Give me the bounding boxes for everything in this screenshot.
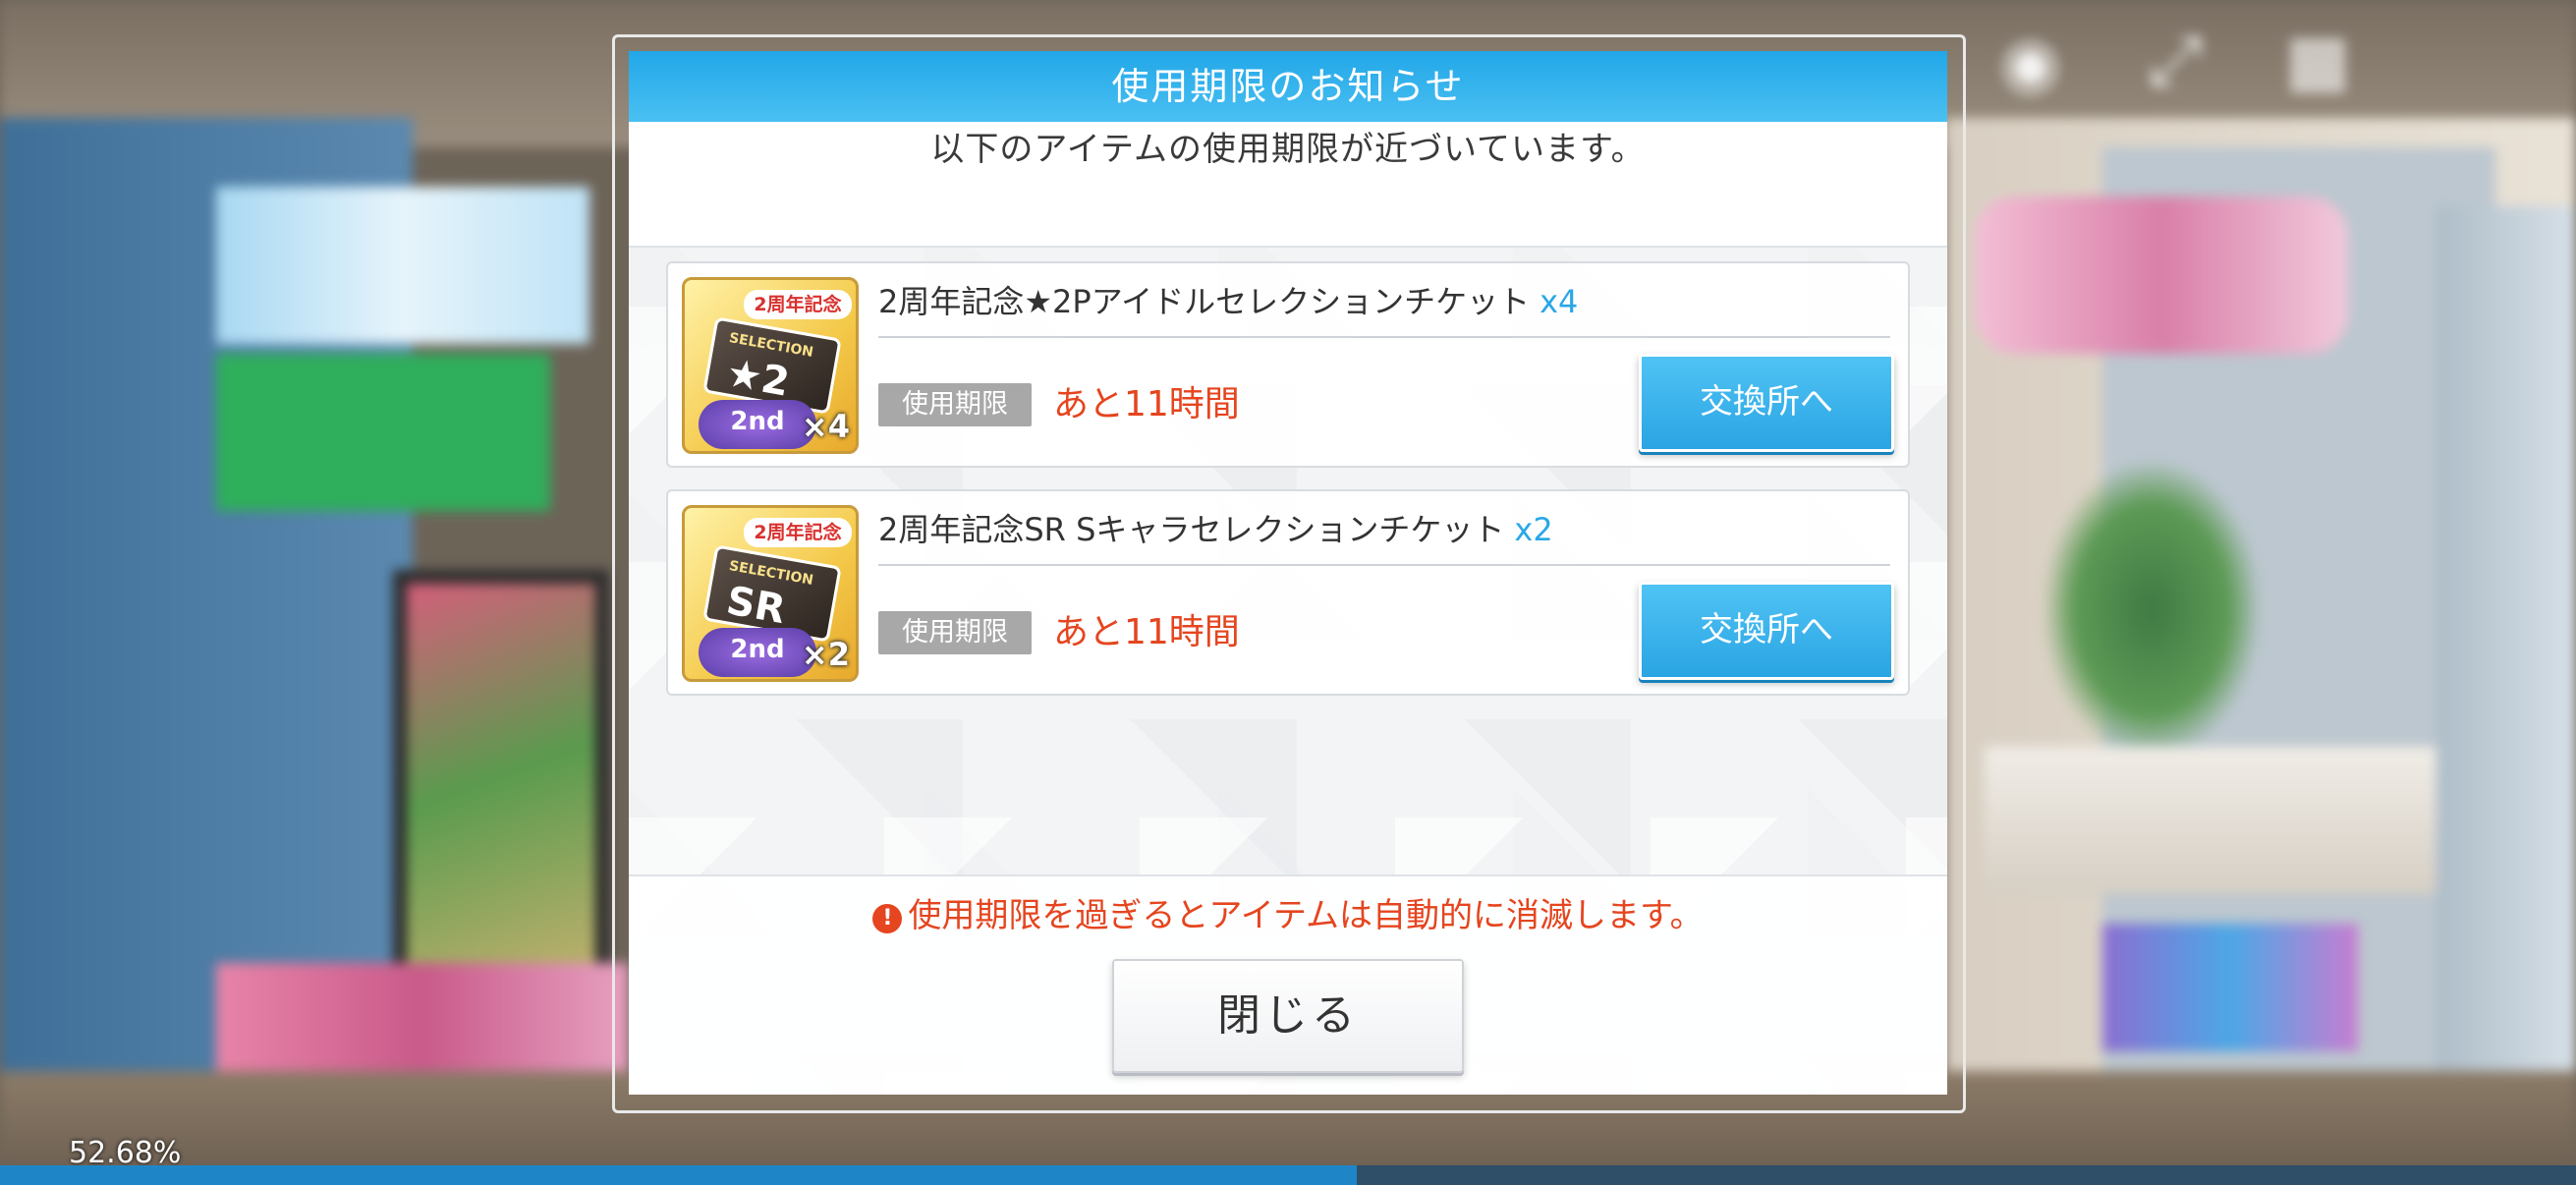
item-list: 2周年記念 SELECTION ★2 2nd ×4 2周年記念★2Pアイドルセレ… <box>629 177 1947 924</box>
ticket-quantity: ×4 <box>801 408 850 445</box>
ticket-card-rank: SR <box>723 578 789 634</box>
item-name: 2周年記念SR Sキャラセレクションチケット x2 <box>878 505 1553 554</box>
ticket-ribbon: 2周年記念 <box>744 518 852 547</box>
fullscreen-icon[interactable]: ⤢ <box>2148 26 2203 94</box>
expiry-label: 使用期限 <box>878 611 1032 654</box>
camera-icon[interactable]: ◉ <box>2000 28 2060 96</box>
ticket-icon: 2周年記念 SELECTION SR 2nd ×2 <box>682 505 859 682</box>
ticket-card-rank: ★2 <box>723 350 793 406</box>
list-item: 2周年記念 SELECTION SR 2nd ×2 2周年記念SR Sキャラセレ… <box>666 489 1910 696</box>
loading-bar <box>0 1165 2576 1185</box>
anniversary-badge: 2nd <box>699 628 816 677</box>
close-button[interactable]: 閉じる <box>1112 959 1464 1073</box>
loading-bar-fill <box>0 1165 1358 1185</box>
grid-menu-icon[interactable]: ▦ <box>2285 26 2350 94</box>
exchange-button[interactable]: 交換所へ <box>1639 582 1894 680</box>
dialog-footer: ! 使用期限を過ぎるとアイテムは自動的に消滅します。 閉じる <box>629 875 1947 1095</box>
ticket-quantity: ×2 <box>801 636 850 673</box>
exchange-button[interactable]: 交換所へ <box>1639 354 1894 452</box>
dialog-subtitle: 以下のアイテムの使用期限が近づいています。 <box>930 130 1646 169</box>
item-name-text: 2周年記念SR Sキャラセレクションチケット <box>878 511 1505 548</box>
warning-message: ! 使用期限を過ぎるとアイテムは自動的に消滅します。 <box>629 886 1947 945</box>
divider <box>878 564 1890 566</box>
expiry-notice-dialog: 使用期限のお知らせ 以下のアイテムの使用期限が近づいています。 2周年記念 SE… <box>629 51 1947 1095</box>
divider <box>878 336 1890 338</box>
alert-icon: ! <box>872 904 903 933</box>
item-quantity: x2 <box>1514 511 1553 548</box>
list-item: 2周年記念 SELECTION ★2 2nd ×4 2周年記念★2Pアイドルセレ… <box>666 261 1910 468</box>
dialog-title: 使用期限のお知らせ <box>629 51 1947 122</box>
expiry-value: あと11時間 <box>1053 384 1240 424</box>
item-name: 2周年記念★2Pアイドルセレクションチケット x4 <box>878 277 1578 326</box>
expiry-value: あと11時間 <box>1053 612 1240 652</box>
ticket-icon: 2周年記念 SELECTION ★2 2nd ×4 <box>682 277 859 454</box>
anniversary-badge: 2nd <box>699 400 816 449</box>
warning-text: 使用期限を過ぎるとアイテムは自動的に消滅します。 <box>908 896 1704 935</box>
item-quantity: x4 <box>1540 283 1579 320</box>
expiry-label: 使用期限 <box>878 383 1032 426</box>
ticket-ribbon: 2周年記念 <box>744 290 852 319</box>
item-name-text: 2周年記念★2Pアイドルセレクションチケット <box>878 283 1531 320</box>
